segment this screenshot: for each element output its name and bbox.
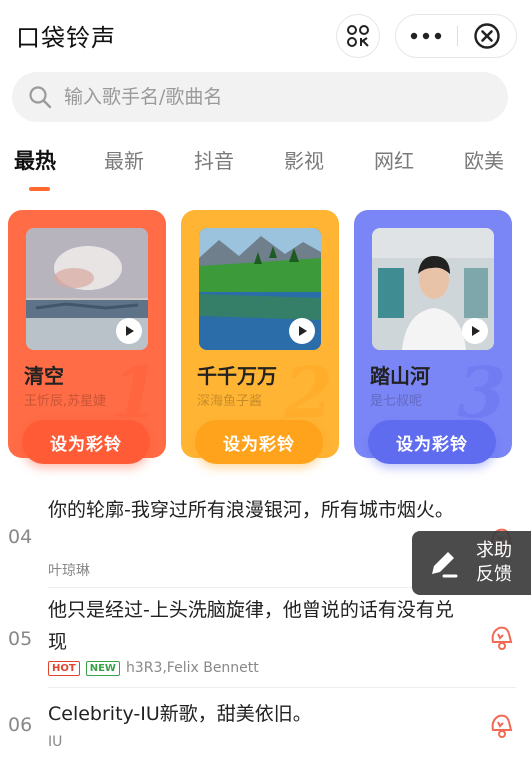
play-button[interactable]: [289, 318, 315, 344]
song-title: 踏山河: [370, 364, 430, 388]
scan-button[interactable]: [336, 14, 380, 58]
artist-name: IU: [48, 734, 63, 750]
tab-film-tv[interactable]: 影视: [284, 145, 324, 174]
row-divider: [48, 687, 516, 688]
song-title: 他只是经过-上头洗脑旋律，他曾说的话有没有兑现: [48, 599, 454, 653]
set-ringback-button[interactable]: 设为彩铃: [195, 420, 323, 464]
search-bar[interactable]: [12, 72, 508, 122]
help-feedback-button[interactable]: 求助 反馈: [412, 531, 531, 595]
play-icon: [472, 326, 480, 336]
play-button[interactable]: [116, 318, 142, 344]
album-cover[interactable]: [199, 228, 321, 350]
top-card-1[interactable]: 1 清空 王忻辰,苏星婕 设为彩铃: [8, 210, 166, 464]
mini-program-capsule: [395, 14, 517, 58]
artist-name: 深海鱼子酱: [197, 394, 263, 409]
song-rank: 05: [8, 628, 33, 650]
song-meta: IU: [48, 734, 62, 750]
active-tab-indicator: [29, 187, 50, 191]
feedback-line-2: 反馈: [476, 564, 512, 585]
scan-icon: [347, 25, 369, 47]
artist-name: 叶琼琳: [48, 563, 90, 579]
top-card-3[interactable]: 3 踏山河 是七叔呢 设为彩铃: [354, 210, 512, 464]
ringtone-bell-icon[interactable]: [485, 622, 515, 652]
song-row[interactable]: 06 Celebrity-IU新歌，甜美依旧。 IU: [0, 692, 531, 763]
top-card-2[interactable]: 2 千千万万 深海鱼子酱 设为彩铃: [181, 210, 339, 464]
tab-western[interactable]: 欧美: [464, 145, 504, 174]
song-title: 千千万万: [197, 364, 277, 388]
rank-number: 1: [111, 351, 160, 434]
song-row[interactable]: 05 他只是经过-上头洗脑旋律，他曾说的话有没有兑现 HOT NEW h3R3,…: [0, 592, 531, 688]
set-ringback-button[interactable]: 设为彩铃: [368, 420, 496, 464]
set-ringback-button[interactable]: 设为彩铃: [22, 420, 150, 464]
song-title: 你的轮廓-我穿过所有浪漫银河，所有城市烟火。: [48, 499, 454, 521]
search-input[interactable]: [64, 80, 484, 114]
song-rank: 04: [8, 526, 33, 548]
close-circle-icon: [474, 23, 500, 49]
album-cover[interactable]: [26, 228, 148, 350]
play-button[interactable]: [462, 318, 488, 344]
edit-pen-icon: [432, 552, 458, 578]
play-icon: [126, 326, 134, 336]
song-rank: 06: [8, 714, 33, 736]
song-meta: 叶琼琳: [48, 560, 90, 580]
feedback-line-1: 求助: [476, 540, 512, 561]
tab-newest[interactable]: 最新: [104, 145, 144, 174]
hot-badge: HOT: [48, 660, 80, 676]
song-title: 清空: [24, 364, 64, 388]
album-cover[interactable]: [372, 228, 494, 350]
app-title: 口袋铃声: [16, 24, 116, 52]
artist-name: 是七叔呢: [370, 394, 423, 409]
artist-name: h3R3,Felix Bennett: [125, 660, 259, 676]
rank-number: 3: [457, 351, 506, 434]
song-meta: HOT NEW h3R3,Felix Bennett: [48, 660, 259, 676]
tab-influencer[interactable]: 网红: [374, 145, 414, 174]
tab-douyin[interactable]: 抖音: [194, 145, 234, 174]
top-bar: 口袋铃声: [0, 0, 531, 70]
ringtone-bell-icon[interactable]: [485, 710, 515, 740]
feedback-label: 求助 反馈: [476, 539, 512, 587]
more-dots-icon: [410, 32, 442, 40]
play-icon: [299, 326, 307, 336]
close-button[interactable]: [458, 15, 516, 57]
new-badge: NEW: [85, 660, 120, 676]
rank-number: 2: [284, 351, 333, 434]
artist-name: 王忻辰,苏星婕: [24, 394, 107, 409]
search-icon: [29, 86, 52, 109]
song-title: Celebrity-IU新歌，甜美依旧。: [48, 703, 312, 725]
tab-hottest[interactable]: 最热: [14, 145, 56, 175]
category-tabs: 最热 最新 抖音 影视 网红 欧美: [0, 145, 531, 195]
more-button[interactable]: [396, 15, 456, 57]
